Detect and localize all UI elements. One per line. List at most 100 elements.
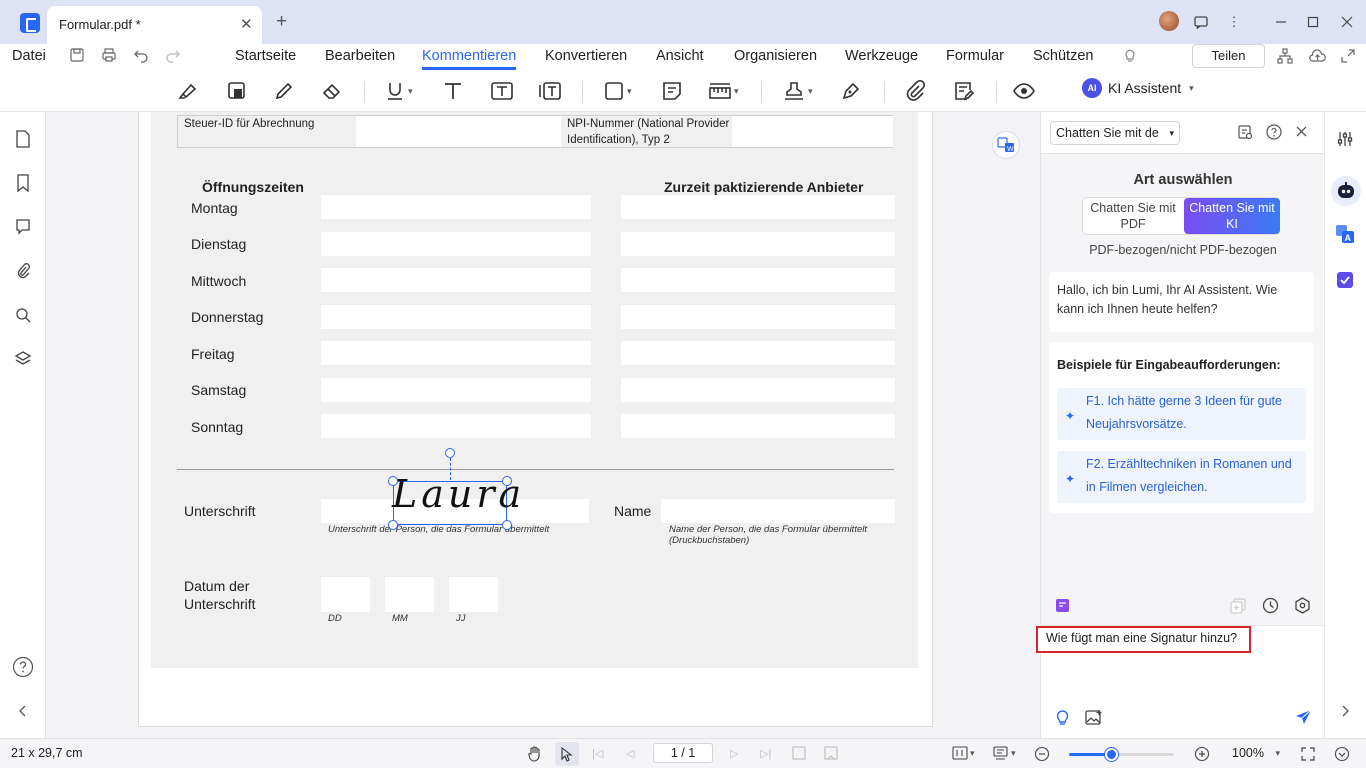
hours-field-thursday[interactable] bbox=[321, 305, 591, 329]
chat-mode-select[interactable]: Chatten Sie mit de ▾ bbox=[1050, 121, 1180, 145]
task-check-icon[interactable] bbox=[1335, 270, 1355, 290]
expand-icon[interactable] bbox=[1340, 48, 1356, 64]
close-tab-icon[interactable]: ✕ bbox=[240, 15, 253, 33]
attachment-panel-icon[interactable] bbox=[12, 260, 34, 282]
date-day-field[interactable] bbox=[321, 577, 370, 612]
history-icon[interactable] bbox=[1262, 597, 1279, 614]
page-layout-select[interactable]: ▾ bbox=[952, 746, 975, 760]
chat-input[interactable]: Wie fügt man eine Signatur hinzu? bbox=[1036, 626, 1251, 653]
pencil-icon[interactable] bbox=[273, 78, 295, 104]
hours-field-monday[interactable] bbox=[321, 195, 591, 219]
connect-icon[interactable] bbox=[1277, 48, 1293, 64]
ai-robot-icon[interactable] bbox=[1331, 176, 1361, 206]
date-month-field[interactable] bbox=[385, 577, 434, 612]
callout-icon[interactable] bbox=[538, 78, 562, 104]
redo-icon[interactable] bbox=[165, 47, 181, 63]
page-number-input[interactable]: 1 / 1 bbox=[653, 743, 713, 763]
hours-field-saturday[interactable] bbox=[321, 378, 591, 402]
hours-field-sunday[interactable] bbox=[321, 414, 591, 438]
save-icon[interactable] bbox=[69, 47, 85, 63]
bookmark-icon[interactable] bbox=[12, 172, 34, 194]
underline-icon[interactable]: ▾ bbox=[384, 78, 413, 104]
send-icon[interactable] bbox=[1295, 709, 1312, 726]
hours-field-tuesday[interactable] bbox=[321, 232, 591, 256]
date-year-field[interactable] bbox=[449, 577, 498, 612]
measure-icon[interactable]: ▾ bbox=[708, 78, 739, 104]
provider-field-tuesday[interactable] bbox=[621, 232, 895, 256]
chat-with-pdf-option[interactable]: Chatten Sie mit PDF bbox=[1083, 198, 1183, 234]
cloud-upload-icon[interactable] bbox=[1309, 48, 1326, 64]
collapse-status-icon[interactable] bbox=[1334, 746, 1350, 762]
textbox-icon[interactable] bbox=[490, 78, 514, 104]
help-icon[interactable] bbox=[12, 656, 34, 678]
new-chat-icon[interactable] bbox=[1230, 598, 1246, 614]
eye-icon[interactable] bbox=[1012, 78, 1036, 104]
hours-field-wednesday[interactable] bbox=[321, 268, 591, 292]
highlight-icon[interactable] bbox=[177, 78, 199, 104]
translate-icon[interactable]: W bbox=[992, 131, 1020, 159]
document-tab[interactable]: Formular.pdf * ✕ bbox=[47, 6, 262, 44]
provider-field-monday[interactable] bbox=[621, 195, 895, 219]
prompt-example-1[interactable]: ✦ F1. Ich hätte gerne 3 Ideen für gute N… bbox=[1057, 388, 1306, 440]
lightbulb-icon[interactable] bbox=[1122, 48, 1138, 64]
prompt-example-2[interactable]: ✦ F2. Erzähltechniken in Romanen und in … bbox=[1057, 451, 1306, 503]
edit-list-icon[interactable] bbox=[953, 78, 975, 104]
first-page-icon[interactable]: |◁ bbox=[592, 747, 603, 760]
menu-file[interactable]: Datei bbox=[12, 48, 46, 64]
last-page-icon[interactable]: ▷| bbox=[760, 747, 771, 760]
menu-konvertieren[interactable]: Konvertieren bbox=[545, 48, 627, 64]
page-thumbnails-icon[interactable] bbox=[12, 128, 34, 150]
menu-ansicht[interactable]: Ansicht bbox=[656, 48, 704, 64]
menu-organisieren[interactable]: Organisieren bbox=[734, 48, 817, 64]
resize-handle-bottom-right[interactable] bbox=[502, 520, 512, 530]
signature-annotation[interactable]: Laura bbox=[392, 472, 521, 525]
fit-width-icon[interactable] bbox=[824, 746, 838, 761]
provider-field-friday[interactable] bbox=[621, 341, 895, 365]
zoom-slider[interactable] bbox=[1069, 748, 1174, 761]
next-page-icon[interactable]: ▷ bbox=[730, 747, 738, 760]
resize-handle-top-right[interactable] bbox=[502, 476, 512, 486]
feedback-icon[interactable] bbox=[1189, 10, 1213, 34]
settings-hexagon-icon[interactable] bbox=[1294, 597, 1311, 614]
name-field[interactable] bbox=[661, 499, 895, 523]
ai-assistant-button[interactable]: AI KI Assistent ▾ bbox=[1082, 78, 1194, 98]
provider-field-sunday[interactable] bbox=[621, 414, 895, 438]
document-viewport[interactable]: Steuer-ID für Abrechnung NPI-Nummer (Nat… bbox=[46, 112, 1040, 738]
maximize-icon[interactable] bbox=[1301, 10, 1325, 34]
select-tool-icon[interactable] bbox=[555, 742, 579, 766]
resize-handle-top-left[interactable] bbox=[388, 476, 398, 486]
shape-icon[interactable]: ▾ bbox=[603, 78, 632, 104]
hand-tool-icon[interactable] bbox=[527, 745, 543, 762]
hours-field-friday[interactable] bbox=[321, 341, 591, 365]
resize-handle-bottom-left[interactable] bbox=[388, 520, 398, 530]
previous-page-icon[interactable]: ◁ bbox=[626, 747, 634, 760]
chat-with-ai-option[interactable]: Chatten Sie mit KI bbox=[1184, 198, 1280, 234]
layers-icon[interactable] bbox=[12, 348, 34, 370]
area-highlight-icon[interactable] bbox=[226, 78, 248, 104]
image-upload-icon[interactable] bbox=[1085, 709, 1103, 726]
stamp-icon[interactable]: ▾ bbox=[782, 78, 813, 104]
translate-ai-icon[interactable]: A bbox=[1335, 224, 1355, 244]
help-icon[interactable] bbox=[1266, 124, 1282, 140]
attachment-icon[interactable] bbox=[904, 78, 926, 104]
note-icon[interactable] bbox=[661, 78, 683, 104]
view-mode-select[interactable]: ▾ bbox=[993, 746, 1016, 760]
zoom-slider-thumb[interactable] bbox=[1104, 748, 1118, 761]
menu-formular[interactable]: Formular bbox=[946, 48, 1004, 64]
collapse-right-icon[interactable] bbox=[1340, 705, 1350, 717]
signature-pen-icon[interactable] bbox=[840, 78, 862, 104]
fullscreen-icon[interactable] bbox=[1300, 746, 1316, 762]
lightbulb-icon[interactable] bbox=[1055, 709, 1070, 726]
zoom-in-icon[interactable] bbox=[1194, 746, 1210, 762]
prompt-library-icon[interactable] bbox=[1055, 598, 1070, 613]
new-tab-icon[interactable]: + bbox=[276, 11, 287, 33]
menu-bearbeiten[interactable]: Bearbeiten bbox=[325, 48, 395, 64]
npi-field[interactable] bbox=[732, 116, 893, 147]
tax-id-field[interactable] bbox=[356, 116, 561, 147]
provider-field-thursday[interactable] bbox=[621, 305, 895, 329]
search-icon[interactable] bbox=[12, 304, 34, 326]
menu-kommentieren[interactable]: Kommentieren bbox=[422, 48, 516, 64]
pdf-summary-icon[interactable] bbox=[1237, 124, 1253, 140]
collapse-left-icon[interactable] bbox=[12, 700, 34, 722]
zoom-out-icon[interactable] bbox=[1034, 746, 1050, 762]
